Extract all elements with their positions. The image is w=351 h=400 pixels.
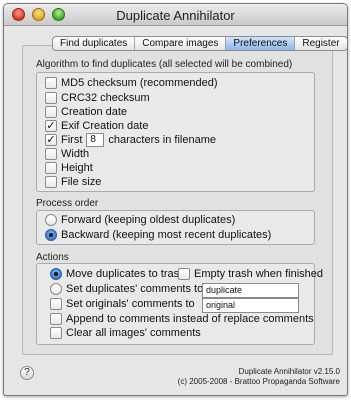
set-originals-comments-checkbox-box[interactable] (50, 298, 62, 310)
crc32-label: CRC32 checksum (61, 92, 150, 104)
crc32-checkbox[interactable]: CRC32 checksum (45, 92, 150, 104)
first-chars-checkbox-box[interactable]: ✓ (45, 134, 57, 146)
algorithm-group (36, 72, 315, 192)
crc32-checkbox-box[interactable] (45, 92, 57, 104)
first-chars-count-field[interactable]: 8 (86, 133, 105, 147)
window-title: Duplicate Annihilator (116, 8, 235, 23)
actions-section-label: Actions (36, 252, 69, 263)
clear-comments-checkbox[interactable]: Clear all images' comments (50, 327, 201, 339)
checkmark-icon: ✓ (46, 120, 56, 132)
tab-register[interactable]: Register (295, 37, 346, 50)
empty-trash-checkbox[interactable]: Empty trash when finished (178, 268, 323, 280)
clear-comments-label: Clear all images' comments (66, 327, 201, 339)
set-duplicates-comments-radio-button[interactable] (50, 283, 62, 295)
set-originals-comments-checkbox[interactable]: Set originals' comments to (50, 298, 195, 310)
first-chars-checkbox[interactable]: ✓ First 8 characters in filename (45, 133, 216, 147)
set-duplicates-comments-label: Set duplicates' comments to (66, 283, 204, 295)
clear-comments-checkbox-box[interactable] (50, 327, 62, 339)
append-comments-checkbox-box[interactable] (50, 313, 62, 325)
originals-comment-field[interactable]: original (202, 298, 299, 313)
first-chars-prefix: First (61, 134, 83, 146)
md5-checkbox-box[interactable] (45, 77, 57, 89)
empty-trash-checkbox-box[interactable] (178, 268, 190, 280)
height-label: Height (61, 162, 93, 174)
file-size-label: File size (61, 176, 102, 188)
backward-radio-button[interactable] (45, 229, 57, 241)
exif-creation-date-checkbox[interactable]: ✓ Exif Creation date (45, 120, 148, 132)
width-checkbox[interactable]: Width (45, 148, 89, 160)
md5-label: MD5 checksum (recommended) (61, 77, 218, 89)
copyright-text: (c) 2005-2008 - Brattoo Propaganda Softw… (177, 377, 340, 386)
file-size-checkbox[interactable]: File size (45, 176, 101, 188)
forward-label: Forward (keeping oldest duplicates) (61, 214, 236, 226)
append-comments-checkbox[interactable]: Append to comments instead of replace co… (50, 313, 314, 325)
tab-bar: Find duplicates Compare images Preferenc… (52, 36, 347, 51)
first-chars-suffix: characters in filename (108, 134, 216, 146)
tab-compare-images[interactable]: Compare images (135, 37, 227, 50)
move-to-trash-label: Move duplicates to trash (66, 268, 186, 280)
tab-preferences[interactable]: Preferences (226, 37, 296, 50)
height-checkbox[interactable]: Height (45, 162, 93, 174)
backward-radio[interactable]: Backward (keeping most recent duplicates… (45, 229, 271, 241)
title-bar: Duplicate Annihilator (4, 4, 347, 26)
help-button[interactable]: ? (20, 366, 34, 380)
width-label: Width (61, 148, 90, 160)
set-duplicates-comments-radio[interactable]: Set duplicates' comments to (50, 283, 203, 295)
process-order-section-label: Process order (36, 198, 99, 209)
empty-trash-label: Empty trash when finished (194, 268, 324, 280)
move-to-trash-radio[interactable]: Move duplicates to trash (50, 268, 185, 280)
exif-creation-date-checkbox-box[interactable]: ✓ (45, 120, 57, 132)
md5-checkbox[interactable]: MD5 checksum (recommended) (45, 77, 218, 89)
forward-radio-button[interactable] (45, 214, 57, 226)
file-size-checkbox-box[interactable] (45, 176, 57, 188)
height-checkbox-box[interactable] (45, 162, 57, 174)
checkmark-icon: ✓ (46, 134, 56, 146)
creation-date-checkbox[interactable]: Creation date (45, 106, 127, 118)
tab-find-duplicates[interactable]: Find duplicates (53, 37, 136, 50)
forward-radio[interactable]: Forward (keeping oldest duplicates) (45, 214, 235, 226)
backward-label: Backward (keeping most recent duplicates… (61, 229, 272, 241)
duplicates-comment-field[interactable]: duplicate (202, 283, 299, 298)
exif-creation-date-label: Exif Creation date (61, 120, 149, 132)
algorithm-section-label: Algorithm to find duplicates (all select… (36, 59, 293, 70)
append-comments-label: Append to comments instead of replace co… (66, 313, 314, 325)
move-to-trash-radio-button[interactable] (50, 268, 62, 280)
version-text: Duplicate Annihilator v2.15.0 (238, 367, 340, 376)
set-originals-comments-label: Set originals' comments to (66, 298, 195, 310)
width-checkbox-box[interactable] (45, 148, 57, 160)
creation-date-checkbox-box[interactable] (45, 106, 57, 118)
creation-date-label: Creation date (61, 106, 128, 118)
